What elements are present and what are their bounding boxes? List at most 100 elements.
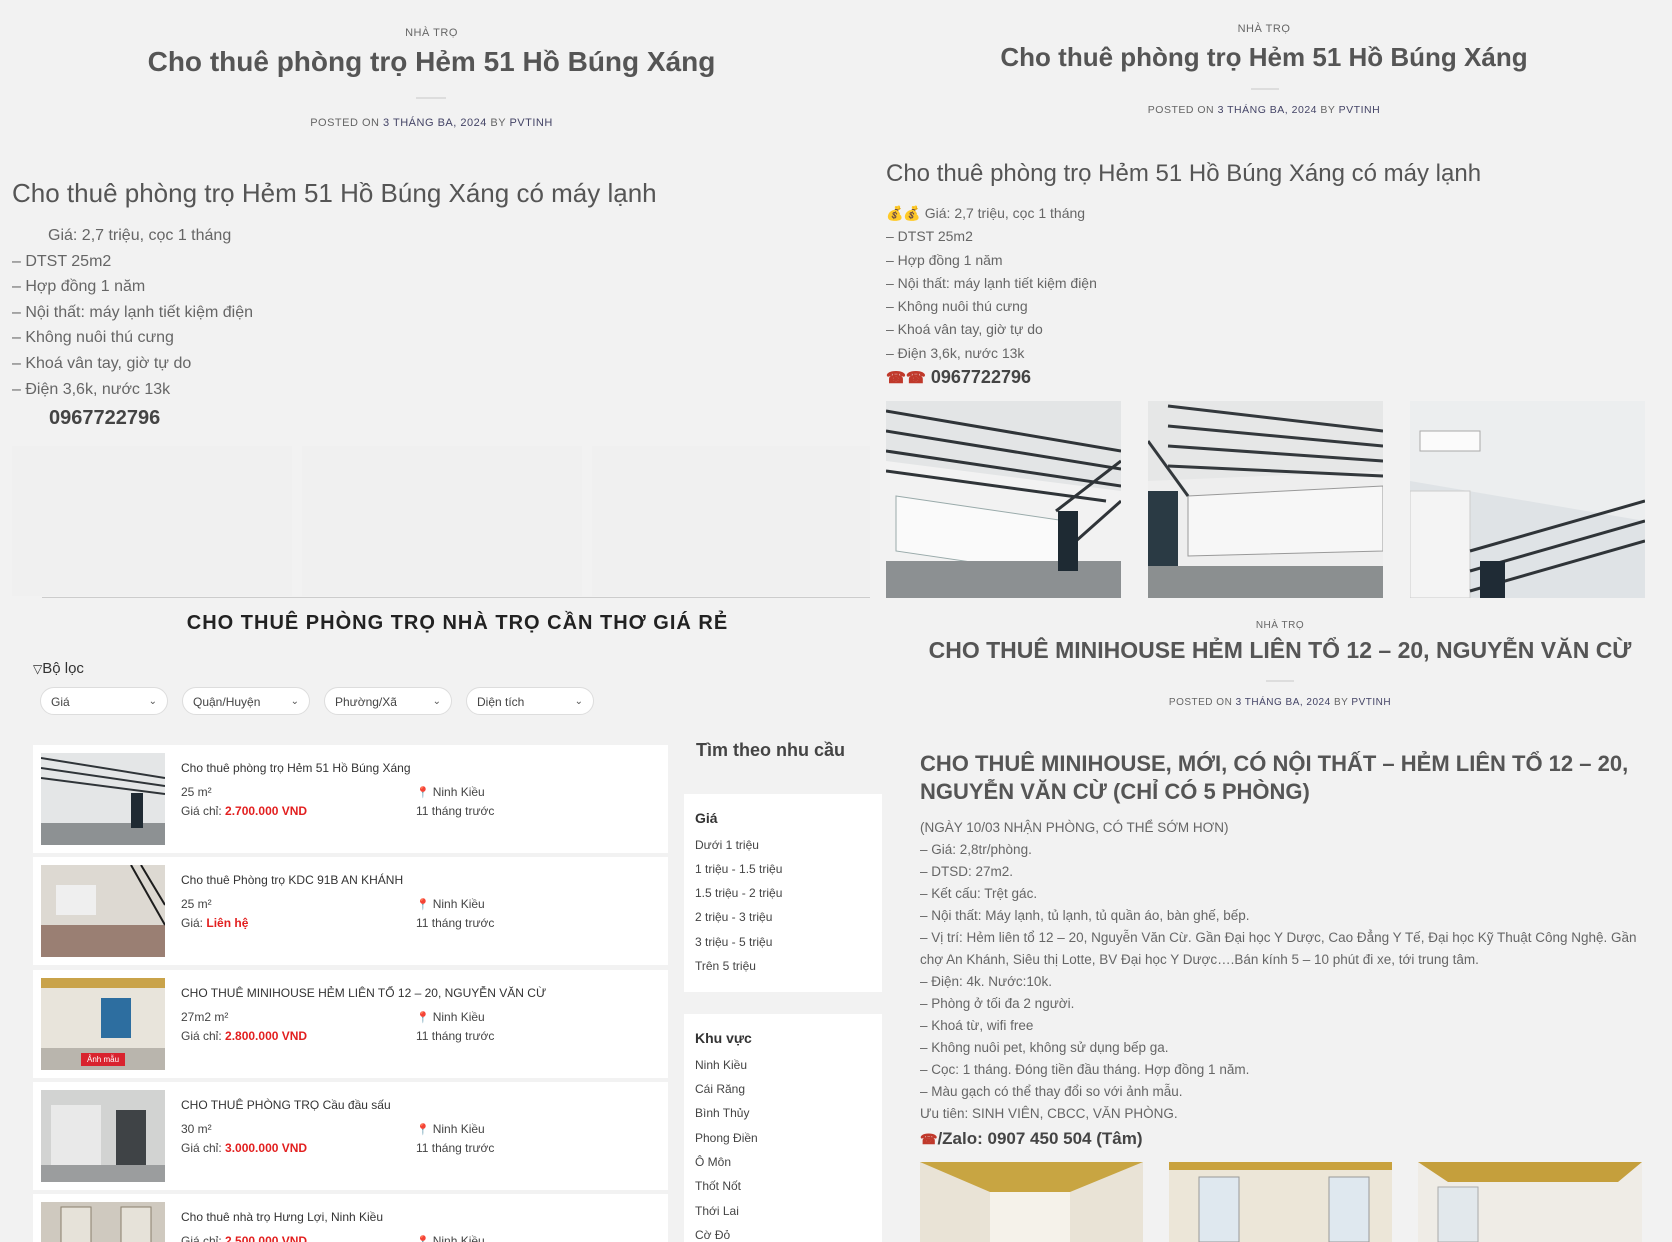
filter-toggle[interactable]: ▽Bộ lọc: [33, 660, 84, 677]
post3-divider: [1266, 680, 1294, 682]
listing-card-time: 11 tháng trước: [416, 916, 495, 930]
post1-category[interactable]: NHÀ TRỌ: [0, 27, 863, 39]
map-pin-icon: 📍: [416, 899, 430, 911]
post3-author-link[interactable]: PVTINH: [1351, 697, 1391, 708]
minihouse-photo-2[interactable]: [1169, 1162, 1392, 1242]
listing-card[interactable]: Cho thuê nhà trọ Hưng Lợi, Ninh Kiều Giá…: [33, 1194, 668, 1242]
listing-thumbnail[interactable]: [41, 1090, 165, 1182]
post2-phone: 0967722796: [930, 367, 1031, 387]
filter-ward-select[interactable]: Phường/Xã ⌄: [324, 687, 452, 715]
post2-line: – Nội thất: máy lạnh tiết kiệm điện: [886, 274, 1097, 291]
listing-card[interactable]: Ảnh mẫu CHO THUÊ MINIHOUSE HẺM LIÊN TỔ 1…: [33, 970, 668, 1078]
listing-card-price: Giá: Liên hệ: [181, 916, 248, 930]
listing-card-time: 11 tháng trước: [416, 1141, 495, 1155]
filter-price-select[interactable]: Giá ⌄: [40, 687, 168, 715]
price-label: Giá:: [181, 916, 204, 930]
filter-label: Bộ lọc: [42, 660, 84, 677]
post3-line: – Không nuôi pet, không sử dụng bếp ga.: [920, 1040, 1169, 1055]
district-filter-item[interactable]: Thốt Nốt: [695, 1179, 741, 1193]
district-filter-item[interactable]: Ô Môn: [695, 1155, 731, 1169]
listing-card-title[interactable]: Cho thuê Phòng trọ KDC 91B AN KHÁNH: [181, 873, 403, 887]
price-filter-item[interactable]: 1 triệu - 1.5 triệu: [695, 862, 782, 876]
post3-heading: CHO THUÊ MINIHOUSE, MỚI, CÓ NỘI THẤT – H…: [920, 750, 1628, 806]
room-photo-1-art: [886, 401, 1121, 598]
listing-card-price: Giá chỉ: 2.800.000 VND: [181, 1029, 307, 1043]
listing-title: CHO THUÊ PHÒNG TRỌ NHÀ TRỌ CẦN THƠ GIÁ R…: [186, 612, 729, 634]
post3-line: – Màu gạch có thể thay đổi so với ảnh mẫ…: [920, 1084, 1183, 1099]
price-label: Giá chỉ:: [181, 1029, 222, 1043]
price-value: 2.800.000 VND: [225, 1029, 308, 1043]
post3-title[interactable]: CHO THUÊ MINIHOUSE HẺM LIÊN TỔ 12 – 20, …: [880, 637, 1672, 664]
district-filter-item[interactable]: Cờ Đỏ: [695, 1228, 730, 1242]
room-photo-3[interactable]: [1410, 401, 1645, 598]
listing-thumbnail[interactable]: [41, 753, 165, 845]
district-filter-item[interactable]: Thới Lai: [695, 1204, 739, 1218]
post3-date-link[interactable]: 3 THÁNG BA, 2024: [1236, 697, 1331, 708]
listing-card-title[interactable]: CHO THUÊ PHÒNG TRỌ Cầu đầu sấu: [181, 1098, 391, 1112]
filter-ward-value: Phường/Xã: [335, 695, 397, 709]
post3-meta-by: BY: [1333, 697, 1349, 708]
thumb-art: [41, 865, 165, 957]
listing-card-location: 📍 Ninh Kiều: [416, 897, 485, 911]
post2-date-link[interactable]: 3 THÁNG BA, 2024: [1218, 104, 1317, 116]
filter-area-select[interactable]: Diện tích ⌄: [466, 687, 594, 715]
minihouse-photo-1[interactable]: [920, 1162, 1143, 1242]
post2-author-link[interactable]: PVTINH: [1339, 104, 1381, 116]
price-filter-item[interactable]: Trên 5 triệu: [695, 959, 756, 973]
post1-line: – Điện 3,6k, nước 13k: [12, 380, 171, 398]
filter-price-value: Giá: [51, 695, 70, 709]
room-photo-2[interactable]: [1148, 401, 1383, 598]
minihouse-photo-3[interactable]: [1418, 1162, 1642, 1242]
price-value: 2.700.000 VND: [225, 804, 308, 818]
district-filter-item[interactable]: Cái Răng: [695, 1082, 745, 1096]
listing-thumbnail[interactable]: [41, 1202, 165, 1242]
room-photo-1[interactable]: [886, 401, 1121, 598]
price-filter-item[interactable]: 1.5 triệu - 2 triệu: [695, 886, 782, 900]
listing-card[interactable]: Cho thuê Phòng trọ KDC 91B AN KHÁNH 25 m…: [33, 857, 668, 965]
price-filter-item[interactable]: 3 triệu - 5 triệu: [695, 935, 772, 949]
listing-card[interactable]: Cho thuê phòng trọ Hẻm 51 Hồ Búng Xáng 2…: [33, 745, 668, 853]
post1-title[interactable]: Cho thuê phòng trọ Hẻm 51 Hồ Búng Xáng: [0, 46, 863, 78]
thumb-art: [41, 753, 165, 845]
listing-card-title[interactable]: CHO THUÊ MINIHOUSE HẺM LIÊN TỔ 12 – 20, …: [181, 986, 546, 1000]
listing-card-title[interactable]: Cho thuê phòng trọ Hẻm 51 Hồ Búng Xáng: [181, 761, 411, 775]
post1-line: – Nội thất: máy lạnh tiết kiệm điện: [12, 303, 254, 321]
post3-heading-line: NGUYỄN VĂN CỪ (CHỈ CÓ 5 PHÒNG): [920, 779, 1310, 804]
image-placeholder[interactable]: [12, 446, 292, 596]
location-text: Ninh Kiều: [432, 785, 485, 799]
district-filter-item[interactable]: Ninh Kiều: [695, 1058, 747, 1072]
price-filter-item[interactable]: Dưới 1 triệu: [695, 838, 759, 852]
sidebar-title: Tìm theo nhu cầu: [696, 740, 846, 760]
post3-meta-prefix: POSTED ON: [1168, 697, 1233, 708]
post2-category[interactable]: NHÀ TRỌ: [880, 23, 1648, 35]
chevron-down-icon: ⌄: [432, 696, 441, 707]
listing-card-title[interactable]: Cho thuê nhà trọ Hưng Lợi, Ninh Kiều: [181, 1210, 383, 1224]
image-placeholder[interactable]: [302, 446, 582, 596]
room-photo-2-art: [1148, 401, 1383, 598]
district-filter-title: Khu vực: [695, 1030, 752, 1046]
image-placeholder[interactable]: [592, 446, 870, 596]
post3-category[interactable]: NHÀ TRỌ: [880, 620, 1672, 631]
filter-area-value: Diện tích: [477, 695, 525, 709]
price-filter-item[interactable]: 2 triệu - 3 triệu: [695, 910, 772, 924]
district-filter-item[interactable]: Bình Thủy: [695, 1106, 749, 1120]
location-text: Ninh Kiều: [432, 1234, 485, 1242]
post2-phone-row: ☎☎ 0967722796: [886, 367, 1031, 388]
section-divider: [42, 597, 870, 598]
listing-card-area: 25 m²: [181, 785, 212, 799]
post3-phone-row: ☎/Zalo: 0907 450 504 (Tâm): [920, 1129, 1143, 1149]
post3-heading-line: CHO THUÊ MINIHOUSE, MỚI, CÓ NỘI THẤT – H…: [920, 751, 1629, 776]
district-filter-item[interactable]: Phong Điền: [695, 1131, 758, 1145]
post1-author-link[interactable]: PVTINH: [509, 117, 552, 129]
chevron-down-icon: ⌄: [574, 696, 583, 707]
post1-date-link[interactable]: 3 THÁNG BA, 2024: [383, 117, 487, 129]
price-value: Liên hệ: [206, 916, 249, 930]
filter-district-select[interactable]: Quận/Huyện ⌄: [182, 687, 310, 715]
listing-card-area: 27m2 m²: [181, 1010, 229, 1024]
listing-card[interactable]: CHO THUÊ PHÒNG TRỌ Cầu đầu sấu 30 m² Giá…: [33, 1082, 668, 1190]
listing-thumbnail[interactable]: Ảnh mẫu: [41, 978, 165, 1070]
location-text: Ninh Kiều: [432, 1122, 485, 1136]
listing-thumbnail[interactable]: [41, 865, 165, 957]
chevron-down-icon: ⌄: [148, 696, 157, 707]
post2-title[interactable]: Cho thuê phòng trọ Hẻm 51 Hồ Búng Xáng: [880, 42, 1648, 73]
